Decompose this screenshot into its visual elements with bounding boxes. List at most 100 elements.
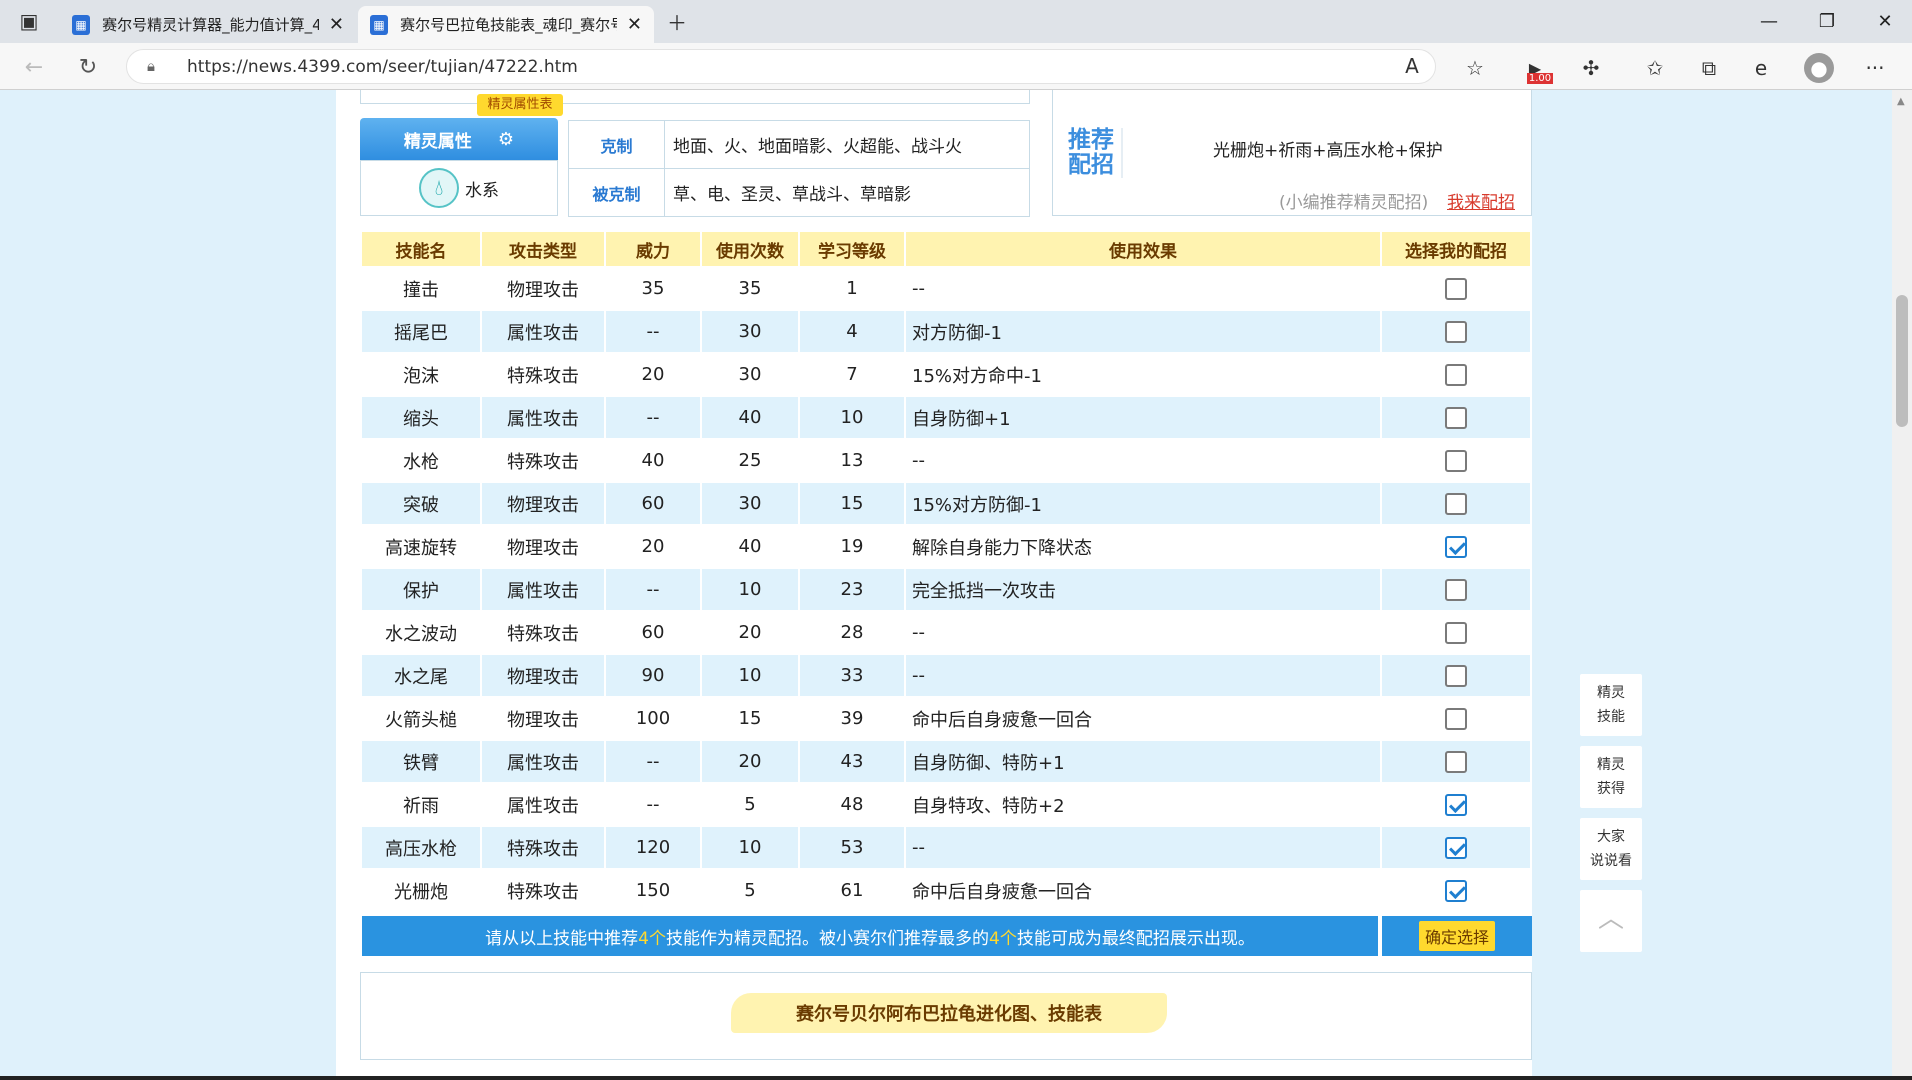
tab-skill-table[interactable]: ▦ 赛尔号巴拉龟技能表_魂印_赛尔号 ✕ — [358, 6, 654, 43]
select-skill-checkbox[interactable] — [1445, 492, 1467, 515]
pp-value: 15 — [700, 696, 800, 741]
favorite-add-icon[interactable]: ☆ — [1460, 53, 1490, 83]
select-cell — [1380, 266, 1532, 311]
profile-avatar-icon[interactable]: ● — [1804, 53, 1834, 83]
effect-text: -- — [904, 825, 1382, 870]
select-skill-checkbox[interactable] — [1445, 363, 1467, 386]
effect-text: 命中后自身疲惫一回合 — [904, 868, 1382, 913]
table-row: 水之尾 物理攻击 90 10 33 -- — [360, 653, 1532, 698]
confirm-area: 确定选择 — [1382, 916, 1532, 956]
power-value: -- — [604, 309, 702, 354]
level-value: 19 — [798, 524, 906, 569]
skill-name: 水之波动 — [360, 610, 482, 655]
side-skill-button[interactable]: 精灵 技能 — [1580, 674, 1642, 736]
pp-value: 40 — [700, 524, 800, 569]
level-value: 39 — [798, 696, 906, 741]
select-skill-checkbox[interactable] — [1445, 449, 1467, 472]
col-attack-type: 攻击类型 — [480, 230, 606, 268]
type-relations: 克制 地面、火、地面暗影、火超能、战斗火 被克制 草、电、圣灵、草战斗、草暗影 — [568, 120, 1030, 217]
close-tab-icon[interactable]: ✕ — [627, 14, 642, 35]
scrollbar-thumb[interactable] — [1896, 295, 1908, 427]
refresh-icon[interactable]: ↻ — [72, 51, 104, 83]
table-row: 摇尾巴 属性攻击 -- 30 4 对方防御-1 — [360, 309, 1532, 354]
col-level: 学习等级 — [798, 230, 906, 268]
select-skill-checkbox[interactable] — [1445, 664, 1467, 687]
select-skill-checkbox[interactable] — [1445, 277, 1467, 300]
address-bar: ← ↻ 🔒︎ https://news.4399.com/seer/tujian… — [0, 43, 1912, 90]
url-field[interactable]: 🔒︎ https://news.4399.com/seer/tujian/472… — [126, 49, 1436, 84]
new-tab-icon[interactable]: ＋ — [662, 6, 692, 36]
power-value: 90 — [604, 653, 702, 698]
close-tab-icon[interactable]: ✕ — [329, 14, 344, 35]
tab-actions-icon[interactable]: ▣ — [14, 6, 44, 36]
taskbar-edge — [0, 1076, 1912, 1080]
skill-name: 泡沫 — [360, 352, 482, 397]
select-skill-checkbox[interactable] — [1445, 879, 1467, 902]
level-value: 28 — [798, 610, 906, 655]
gear-icon[interactable]: ⚙ — [498, 129, 514, 150]
info-card-top — [360, 90, 1030, 104]
power-value: 35 — [604, 266, 702, 311]
select-skill-checkbox[interactable] — [1445, 578, 1467, 601]
select-skill-checkbox[interactable] — [1445, 621, 1467, 644]
table-row: 水枪 特殊攻击 40 25 13 -- — [360, 438, 1532, 483]
recommend-instructions: 请从以上技能中推荐 4个 技能作为精灵配招。被小赛尔们推荐最多的 4个 技能可成为最终配… — [362, 916, 1378, 956]
tab-strip: ▣ ▦ 赛尔号精灵计算器_能力值计算_4 ✕ ▦ 赛尔号巴拉龟技能表_魂印_赛尔… — [0, 0, 1912, 43]
power-value: -- — [604, 782, 702, 827]
effect-text: -- — [904, 266, 1382, 311]
countered-value: 草、电、圣灵、草战斗、草暗影 — [664, 168, 1030, 217]
table-row: 光栅炮 特殊攻击 150 5 61 命中后自身疲惫一回合 — [360, 868, 1532, 913]
recommend-panel: 推荐配招 光栅炮+祈雨+高压水枪+保护 (小编推荐精灵配招) 我来配招 — [1052, 90, 1532, 216]
select-skill-checkbox[interactable] — [1445, 707, 1467, 730]
select-skill-checkbox[interactable] — [1445, 836, 1467, 859]
select-skill-checkbox[interactable] — [1445, 406, 1467, 429]
extension-badge-icon[interactable]: ▶ 1.00 — [1520, 53, 1554, 84]
attack-type: 特殊攻击 — [480, 438, 606, 483]
attack-type: 物理攻击 — [480, 266, 606, 311]
instruction-text: 请从以上技能中推荐 — [485, 928, 639, 949]
select-skill-checkbox[interactable] — [1445, 320, 1467, 343]
skills-table: 技能名 攻击类型 威力 使用次数 学习等级 使用效果 选择我的配招 撞击 物理攻击… — [360, 230, 1532, 913]
pp-value: 30 — [700, 352, 800, 397]
favorites-icon[interactable]: ✩ — [1640, 53, 1670, 83]
confirm-select-button[interactable]: 确定选择 — [1418, 921, 1495, 951]
effect-text: 完全抵挡一次攻击 — [904, 567, 1382, 612]
read-aloud-icon[interactable]: A — [1397, 51, 1427, 81]
effect-text: 解除自身能力下降状态 — [904, 524, 1382, 569]
select-skill-checkbox[interactable] — [1445, 535, 1467, 558]
pp-value: 35 — [700, 266, 800, 311]
side-comments-button[interactable]: 大家 说说看 — [1580, 818, 1642, 880]
scroll-up-icon[interactable]: ▲ — [1897, 96, 1905, 107]
level-value: 33 — [798, 653, 906, 698]
select-skill-checkbox[interactable] — [1445, 750, 1467, 773]
close-window-icon[interactable]: ✕ — [1856, 0, 1912, 43]
evolution-section: 赛尔号贝尔阿布巴拉龟进化图、技能表 — [360, 972, 1532, 1060]
back-icon[interactable]: ← — [18, 51, 50, 83]
col-pp: 使用次数 — [700, 230, 800, 268]
extensions-icon[interactable]: ✣ — [1576, 53, 1606, 83]
edge-icon[interactable]: e — [1746, 53, 1776, 83]
collections-icon[interactable]: ⧉ — [1694, 53, 1724, 83]
my-combo-link[interactable]: 我来配招 — [1447, 188, 1515, 213]
attack-type: 属性攻击 — [480, 739, 606, 784]
level-value: 53 — [798, 825, 906, 870]
attribute-table-badge[interactable]: 精灵属性表 — [477, 94, 563, 116]
table-row: 铁臂 属性攻击 -- 20 43 自身防御、特防+1 — [360, 739, 1532, 784]
restore-icon[interactable]: ❐ — [1798, 0, 1856, 43]
more-menu-icon[interactable]: ··· — [1860, 53, 1890, 83]
effect-text: -- — [904, 653, 1382, 698]
select-skill-checkbox[interactable] — [1445, 793, 1467, 816]
attack-type: 物理攻击 — [480, 481, 606, 526]
scrollbar[interactable]: ▲ — [1892, 90, 1912, 1080]
attribute-value: 💧︎ 水系 — [360, 160, 558, 216]
side-obtain-button[interactable]: 精灵 获得 — [1580, 746, 1642, 808]
tab-calculator[interactable]: ▦ 赛尔号精灵计算器_能力值计算_4 ✕ — [60, 6, 356, 43]
effect-text: 15%对方防御-1 — [904, 481, 1382, 526]
power-value: 20 — [604, 524, 702, 569]
skill-name: 撞击 — [360, 266, 482, 311]
back-to-top-icon[interactable]: ︿ — [1580, 890, 1642, 952]
level-value: 4 — [798, 309, 906, 354]
power-value: -- — [604, 739, 702, 784]
skill-name: 火箭头槌 — [360, 696, 482, 741]
minimize-icon[interactable]: — — [1740, 0, 1798, 43]
